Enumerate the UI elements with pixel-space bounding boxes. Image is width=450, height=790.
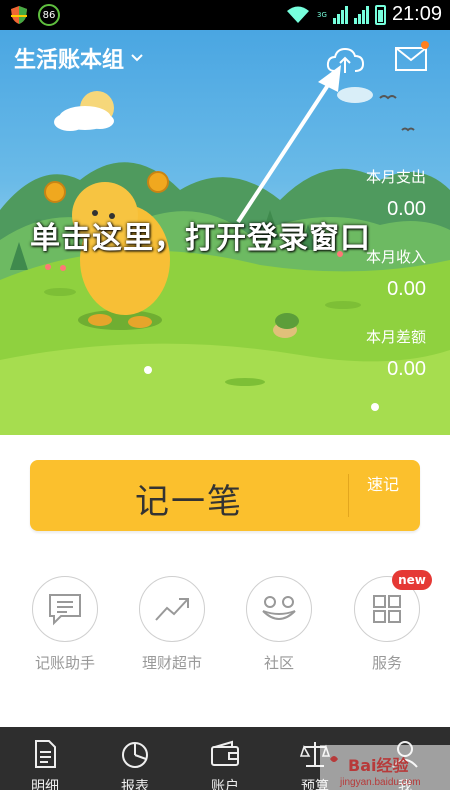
battery-circle-indicator: 86 xyxy=(38,4,60,26)
feature-label: 社区 xyxy=(263,654,294,672)
wallet-icon xyxy=(211,740,239,766)
trend-up-icon xyxy=(155,598,189,621)
record-label: 记一笔 xyxy=(135,482,243,522)
grid-icon xyxy=(373,595,401,623)
cloud-upload-icon[interactable] xyxy=(325,45,365,77)
wifi-icon xyxy=(287,6,310,23)
new-badge: new xyxy=(392,570,432,590)
status-bar: 86 3G 21:09 xyxy=(0,0,450,30)
monthly-income-value: 0.00 xyxy=(387,278,426,300)
shield-icon xyxy=(11,6,27,24)
monthly-expense-label: 本月支出 xyxy=(365,168,426,186)
record-divider xyxy=(348,474,349,517)
feature-finance-market[interactable]: 理财超市 xyxy=(139,576,205,672)
feature-label: 服务 xyxy=(371,654,402,672)
monthly-income-label: 本月收入 xyxy=(365,248,426,266)
monthly-expense-value: 0.00 xyxy=(387,198,426,220)
network-type: 3G xyxy=(317,10,327,19)
chat-doc-icon xyxy=(49,594,81,626)
signal-icon-2 xyxy=(353,5,369,24)
feature-community[interactable]: 社区 xyxy=(246,576,312,672)
mail-icon[interactable] xyxy=(394,46,428,72)
tutorial-annotation: 单击这里，打开登录窗口 xyxy=(30,221,371,256)
record-entry-button[interactable]: 记一笔 速记 xyxy=(30,460,420,531)
tab-label: 账户 xyxy=(211,779,239,790)
notification-dot xyxy=(421,41,429,49)
clock: 21:09 xyxy=(391,3,442,25)
feature-label: 理财超市 xyxy=(141,654,202,672)
document-icon xyxy=(35,740,56,768)
battery-icon xyxy=(374,4,386,25)
tab-details[interactable]: 明细 xyxy=(0,727,90,790)
quick-record-button[interactable]: 速记 xyxy=(366,474,400,495)
tab-label: 明细 xyxy=(31,779,59,790)
book-title: 生活账本组 xyxy=(14,48,125,73)
signal-icon xyxy=(332,5,348,24)
tab-label: 报表 xyxy=(121,779,149,790)
feature-bookkeeping-assistant[interactable]: 记账助手 xyxy=(32,576,98,672)
account-book-selector[interactable]: 生活账本组 xyxy=(14,42,144,74)
monthly-balance-label: 本月差额 xyxy=(365,328,426,346)
monthly-balance-value: 0.00 xyxy=(387,358,426,380)
pie-chart-icon xyxy=(122,742,148,768)
tab-reports[interactable]: 报表 xyxy=(90,727,180,790)
feature-label: 记账助手 xyxy=(34,654,95,672)
watermark-text: Bai经验 xyxy=(348,756,409,775)
watermark-url: jingyan.baidu.com xyxy=(340,777,421,788)
tab-accounts[interactable]: 账户 xyxy=(180,727,270,790)
chevron-down-icon xyxy=(131,54,143,62)
hero-banner: 生活账本组 本月支出 0.00 本月收入 0.00 本月差额 0.00 单击这里… xyxy=(0,30,450,435)
smiley-face-icon xyxy=(262,596,296,620)
